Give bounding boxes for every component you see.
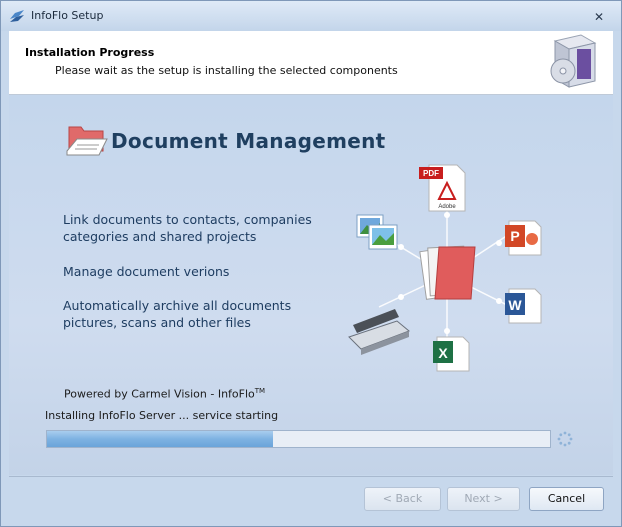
- svg-text:P: P: [510, 228, 519, 244]
- powered-by-label: Powered by Carmel Vision - InfoFlo: [64, 387, 255, 401]
- pdf-label: PDF: [423, 169, 439, 178]
- next-button[interactable]: Next >: [447, 487, 520, 511]
- excel-file-icon: X: [433, 336, 470, 372]
- install-status-text: Installing InfoFlo Server ... service st…: [45, 409, 279, 422]
- feature-link-documents: Link documents to contacts, companies ca…: [63, 211, 312, 245]
- folder-document-icon: [66, 126, 108, 156]
- red-folder-documents-icon: [419, 245, 476, 300]
- slide-title: Document Management: [111, 129, 386, 153]
- wizard-footer: < Back Next > Cancel: [9, 477, 613, 521]
- powered-by-text: Powered by Carmel Vision - InfoFloTM: [64, 387, 265, 401]
- header-subtitle: Please wait as the setup is installing t…: [55, 64, 398, 77]
- header-title: Installation Progress: [25, 46, 155, 59]
- cancel-button[interactable]: Cancel: [529, 487, 604, 511]
- setup-window: InfoFlo Setup ✕ Installation Progress Pl…: [0, 0, 622, 527]
- back-button[interactable]: < Back: [364, 487, 441, 511]
- scanner-icon: [348, 309, 410, 355]
- powerpoint-file-icon: P: [505, 220, 542, 256]
- trademark-mark: TM: [254, 387, 266, 395]
- loading-spinner-icon: [557, 431, 573, 447]
- svg-text:W: W: [508, 297, 522, 313]
- window-title: InfoFlo Setup: [31, 9, 104, 22]
- feature-line: Link documents to contacts, companies: [63, 212, 312, 227]
- software-box-icon: [550, 34, 597, 88]
- feature-line: categories and shared projects: [63, 229, 257, 244]
- feature-archive: Automatically archive all documents pict…: [63, 297, 291, 331]
- close-icon[interactable]: ✕: [592, 10, 606, 24]
- pdf-file-icon: PDF Adobe: [419, 164, 466, 212]
- feature-line: Manage document verions: [63, 264, 230, 279]
- wizard-header: Installation Progress Please wait as the…: [9, 31, 613, 95]
- progress-fill: [47, 431, 274, 447]
- feature-manage-versions: Manage document verions: [63, 263, 229, 280]
- install-progress-bar: [46, 430, 551, 448]
- word-file-icon: W: [505, 288, 542, 324]
- document-hub-diagram: PDF Adobe P W X: [348, 164, 542, 372]
- infoflo-app-icon: [10, 10, 24, 22]
- feature-line: pictures, scans and other files: [63, 315, 251, 330]
- feature-line: Automatically archive all documents: [63, 298, 292, 313]
- adobe-label: Adobe: [438, 204, 456, 210]
- svg-text:X: X: [438, 345, 448, 361]
- slide-area: Document Management Link documents to co…: [9, 95, 613, 475]
- image-files-icon: [356, 214, 398, 250]
- title-bar: InfoFlo Setup ✕: [1, 1, 621, 31]
